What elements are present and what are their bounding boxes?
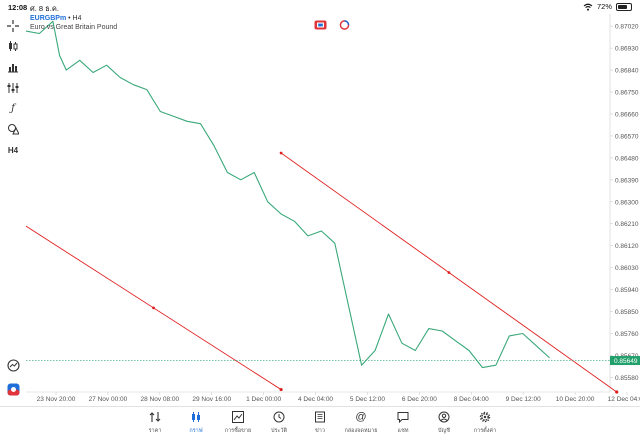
trade-history-icon[interactable] — [4, 357, 22, 373]
account-icon — [438, 411, 450, 423]
x-tick-label: 5 Dec 12:00 — [350, 396, 385, 403]
y-tick-label: 0.85850 — [615, 309, 639, 316]
tab-chat[interactable]: แชท — [383, 410, 423, 435]
shapes-icon[interactable] — [4, 121, 22, 137]
history-icon — [273, 411, 285, 423]
one-click-trade-icon[interactable] — [4, 381, 22, 397]
tab-mailbox[interactable]: @ กล่องจดหมาย — [341, 410, 381, 435]
status-bar: 12:08 ศ. 8 ธ.ค. 72% — [0, 0, 640, 14]
wifi-icon — [583, 3, 593, 11]
symbol-label[interactable]: EURGBPm — [30, 15, 66, 22]
y-tick-label: 0.86750 — [615, 90, 639, 97]
y-tick-label: 0.86570 — [615, 133, 639, 140]
battery-percent: 72% — [596, 2, 612, 11]
x-tick-label: 9 Dec 12:00 — [506, 396, 541, 403]
trend-line-anchor[interactable] — [447, 271, 451, 274]
indicators-icon[interactable] — [4, 80, 22, 96]
x-tick-label: 10 Dec 20:00 — [556, 396, 595, 403]
tab-news[interactable]: ข่าว — [300, 410, 340, 435]
symbol-description: Euro vs Great Britain Pound — [30, 24, 118, 31]
trend-line-anchor[interactable] — [279, 151, 283, 155]
chart-icon — [192, 412, 200, 422]
tab-label: การซื้อขาย — [224, 428, 252, 434]
tab-quotes[interactable]: ราคา — [135, 410, 175, 435]
tab-label: ราคา — [148, 428, 162, 434]
y-tick-label: 0.86390 — [615, 177, 639, 184]
crosshair-icon[interactable] — [4, 18, 22, 34]
tab-label: กล่องจดหมาย — [344, 428, 378, 434]
tab-label: ข่าว — [315, 428, 325, 434]
y-tick-label: 0.86480 — [615, 155, 639, 162]
trend-line-anchor[interactable] — [279, 387, 283, 392]
y-tick-label: 0.86930 — [615, 46, 639, 53]
bar-chart-icon[interactable] — [4, 59, 22, 75]
y-tick-label: 0.86030 — [615, 265, 639, 272]
tab-label: แชท — [397, 428, 409, 434]
news-icon — [315, 411, 325, 423]
battery-icon — [616, 2, 632, 11]
y-tick-label: 0.86120 — [615, 243, 639, 250]
tab-label: ประวัติ — [270, 428, 288, 434]
y-tick-label: 0.85580 — [615, 375, 639, 382]
chat-icon — [397, 412, 409, 423]
left-toolbar: ƒ H4 — [0, 14, 26, 406]
tab-label: การตั้งค่า — [473, 428, 497, 434]
function-icon[interactable]: ƒ — [4, 100, 22, 116]
x-tick-label: 1 Dec 00:00 — [246, 396, 281, 403]
y-tick-label: 0.87020 — [615, 24, 639, 31]
settings-icon — [479, 411, 491, 423]
tab-chart[interactable]: กราฟ — [176, 410, 216, 435]
chart-sync-icon[interactable] — [339, 20, 350, 30]
timeframe-label-header: • H4 — [68, 15, 82, 22]
trade-icon — [232, 411, 244, 423]
y-tick-label: 0.86210 — [615, 221, 639, 228]
tab-label: กราฟ — [189, 428, 203, 434]
quotes-icon — [149, 412, 161, 422]
status-right: 72% — [583, 2, 632, 11]
x-tick-label: 27 Nov 00:00 — [89, 396, 128, 403]
tab-account[interactable]: บัญชี — [424, 410, 464, 435]
tab-label: บัญชี — [438, 428, 450, 434]
y-tick-label: 0.86300 — [615, 199, 639, 206]
x-tick-label: 23 Nov 20:00 — [37, 396, 76, 403]
status-time: 12:08 — [8, 3, 28, 12]
price-series-line — [25, 20, 550, 369]
y-tick-label: 0.85940 — [615, 287, 639, 294]
bottom-tab-bar: ราคา กราฟ การซื้อขาย ประวัติ ข่าว @ กล่อ… — [0, 406, 640, 447]
y-tick-label: 0.86660 — [615, 111, 639, 118]
x-tick-label: 4 Dec 04:00 — [298, 396, 333, 403]
sell-buy-toggle-icon[interactable] — [314, 20, 327, 30]
candlestick-icon[interactable] — [4, 38, 22, 54]
trend-line-anchor[interactable] — [615, 390, 619, 394]
tab-trade[interactable]: การซื้อขาย — [218, 410, 258, 435]
y-tick-label: 0.86840 — [615, 68, 639, 75]
mailbox-icon: @ — [355, 411, 367, 423]
x-tick-label: 29 Nov 16:00 — [192, 396, 231, 403]
x-tick-label: 28 Nov 08:00 — [140, 396, 179, 403]
x-tick-label: 6 Dec 20:00 — [402, 396, 437, 403]
price-chart[interactable]: 0.87020 0.86930 0.86840 0.86750 0.86660 0.865… — [0, 0, 640, 447]
tab-history[interactable]: ประวัติ — [259, 410, 299, 435]
current-price-label: 0.85649 — [614, 358, 638, 365]
trend-line-anchor[interactable] — [152, 306, 155, 310]
y-tick-label: 0.85760 — [615, 331, 639, 338]
tab-settings[interactable]: การตั้งค่า — [465, 410, 505, 435]
chart-header: EURGBPm • H4 Euro vs Great Britain Pound — [30, 14, 117, 32]
timeframe-label[interactable]: H4 — [4, 142, 22, 158]
x-tick-label: 8 Dec 04:00 — [454, 396, 489, 403]
x-tick-label: 12 Dec 04:00 — [608, 396, 640, 403]
